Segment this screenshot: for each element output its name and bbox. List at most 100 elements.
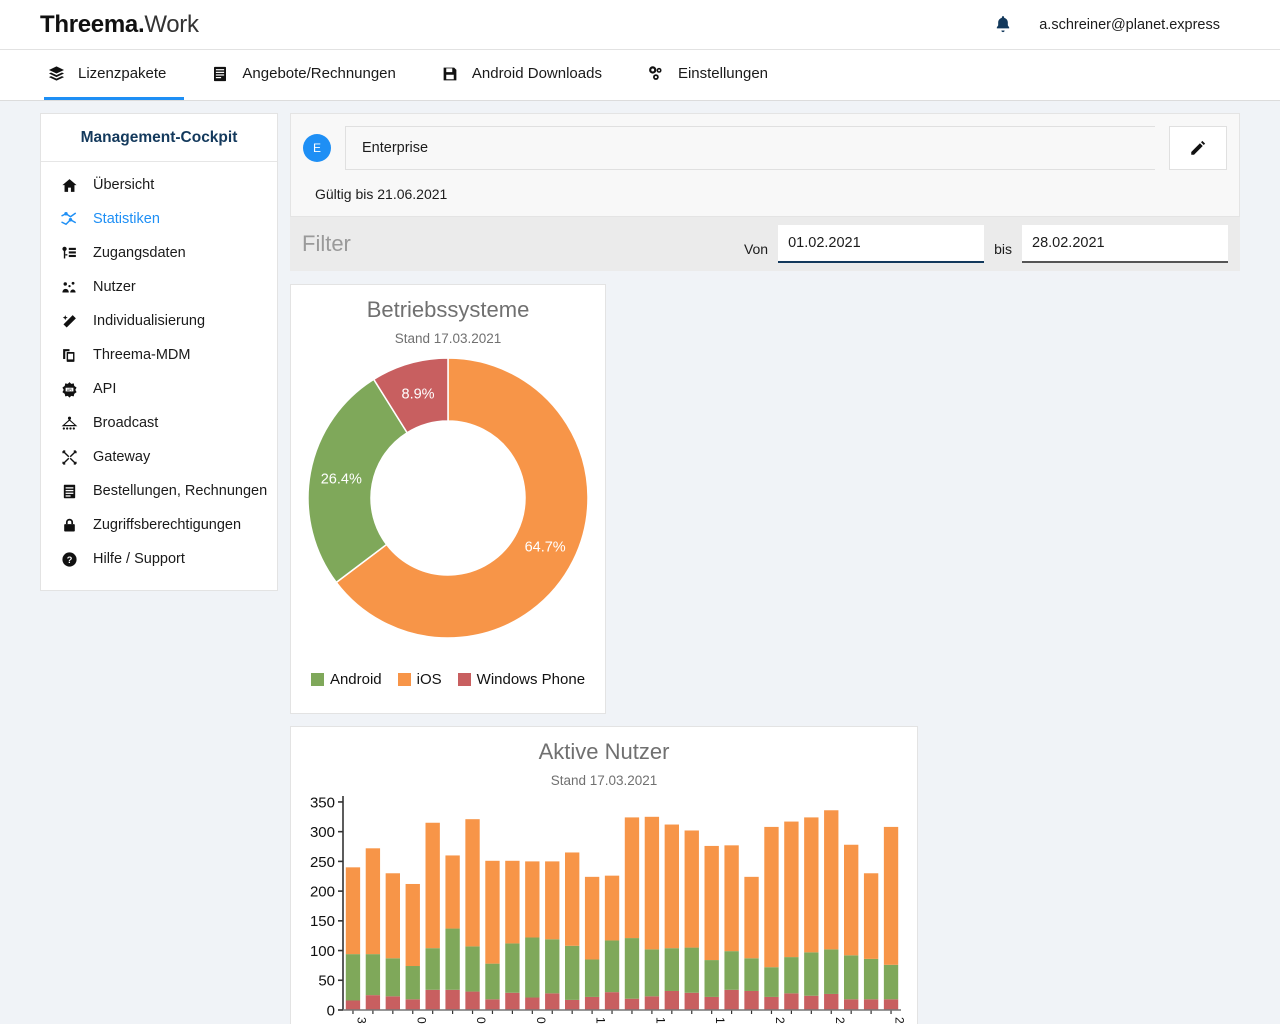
bar-segment[interactable] (844, 844, 859, 956)
bell-icon[interactable] (993, 14, 1013, 36)
bar-segment[interactable] (624, 998, 640, 1010)
bar-segment[interactable] (883, 826, 899, 965)
date-from-input[interactable] (778, 225, 985, 263)
bar-segment[interactable] (405, 883, 420, 967)
bar-segment[interactable] (883, 964, 899, 1000)
sidebar-item-nutzer[interactable]: Nutzer (41, 270, 277, 304)
bar-segment[interactable] (565, 852, 580, 946)
nav-tab-angebote-rechnungen[interactable]: Angebote/Rechnungen (208, 50, 413, 100)
bar-segment[interactable] (385, 996, 400, 1010)
legend-item-ios[interactable]: iOS (397, 671, 442, 688)
bar-segment[interactable] (624, 938, 640, 999)
nav-tab-android-downloads[interactable]: Android Downloads (438, 50, 620, 100)
bar-segment[interactable] (784, 957, 799, 994)
bar-segment[interactable] (644, 949, 660, 997)
bar-segment[interactable] (644, 816, 660, 950)
bar-segment[interactable] (425, 822, 440, 949)
bar-segment[interactable] (545, 939, 560, 994)
bar-segment[interactable] (365, 954, 381, 996)
bar-segment[interactable] (804, 995, 819, 1010)
bar-segment[interactable] (744, 876, 759, 959)
bar-segment[interactable] (405, 966, 420, 1000)
bar-segment[interactable] (425, 948, 440, 990)
sidebar-item-zugangsdaten[interactable]: Zugangsdaten (41, 236, 277, 270)
sidebar-item-individualisierung[interactable]: Individualisierung (41, 304, 277, 338)
date-to-input[interactable] (1022, 225, 1228, 263)
bar-segment[interactable] (445, 928, 460, 990)
bar-segment[interactable] (505, 992, 520, 1010)
bar-segment[interactable] (883, 999, 899, 1010)
sidebar-item-threema-mdm[interactable]: Threema-MDM (41, 338, 277, 372)
bar-segment[interactable] (724, 845, 739, 952)
bar-segment[interactable] (584, 876, 600, 960)
bar-segment[interactable] (505, 943, 520, 993)
legend-item-windows-phone[interactable]: Windows Phone (457, 671, 585, 688)
bar-segment[interactable] (445, 989, 460, 1010)
bar-segment[interactable] (704, 996, 719, 1010)
bar-segment[interactable] (804, 952, 819, 996)
bar-segment[interactable] (465, 991, 480, 1010)
bar-segment[interactable] (365, 995, 381, 1010)
bar-segment[interactable] (525, 937, 540, 998)
bar-segment[interactable] (744, 958, 759, 991)
bar-segment[interactable] (505, 860, 520, 944)
bar-segment[interactable] (863, 873, 879, 959)
sidebar-item-zugriffsberechtigungen[interactable]: Zugriffsberechtigungen (41, 508, 277, 542)
sidebar-item-statistiken[interactable]: Statistiken (41, 202, 277, 236)
bar-segment[interactable] (465, 819, 480, 947)
user-email[interactable]: a.schreiner@planet.express (1039, 17, 1220, 33)
sidebar-item-gateway[interactable]: Gateway (41, 440, 277, 474)
bar-segment[interactable] (545, 993, 560, 1010)
bar-segment[interactable] (445, 855, 460, 929)
bar-segment[interactable] (485, 963, 500, 1000)
bar-segment[interactable] (804, 817, 819, 953)
bar-segment[interactable] (345, 954, 361, 1001)
bar-segment[interactable] (764, 826, 779, 968)
bar-segment[interactable] (624, 817, 640, 939)
sidebar-item-broadcast[interactable]: Broadcast (41, 406, 277, 440)
bar-segment[interactable] (744, 990, 759, 1010)
package-name-field[interactable]: Enterprise (345, 126, 1155, 170)
bar-segment[interactable] (684, 947, 699, 993)
bar-segment[interactable] (824, 993, 839, 1010)
bar-segment[interactable] (764, 967, 779, 997)
legend-item-android[interactable]: Android (310, 671, 382, 688)
bar-segment[interactable] (385, 958, 400, 997)
bar-segment[interactable] (584, 996, 600, 1010)
sidebar-item-hilfe-support[interactable]: ? Hilfe / Support (41, 542, 277, 576)
bar-segment[interactable] (704, 960, 719, 997)
bar-segment[interactable] (345, 1000, 361, 1010)
bar-segment[interactable] (545, 861, 560, 940)
bar-segment[interactable] (525, 997, 540, 1010)
bar-segment[interactable] (664, 824, 679, 949)
bar-segment[interactable] (724, 989, 739, 1010)
bar-segment[interactable] (604, 875, 620, 941)
bar-segment[interactable] (784, 993, 799, 1010)
bar-segment[interactable] (345, 867, 361, 955)
bar-segment[interactable] (844, 999, 859, 1010)
bar-segment[interactable] (664, 990, 679, 1010)
bar-segment[interactable] (565, 999, 580, 1010)
bar-segment[interactable] (565, 945, 580, 1000)
bar-segment[interactable] (604, 940, 620, 993)
bar-segment[interactable] (664, 948, 679, 991)
bar-segment[interactable] (844, 955, 859, 1000)
bar-segment[interactable] (863, 999, 879, 1010)
bar-segment[interactable] (385, 873, 400, 959)
bar-segment[interactable] (824, 949, 839, 994)
pencil-icon[interactable] (1169, 126, 1227, 170)
sidebar-item-bestellungen-rechnungen[interactable]: Bestellungen, Rechnungen (41, 474, 277, 508)
bar-segment[interactable] (405, 999, 420, 1010)
bar-segment[interactable] (684, 992, 699, 1010)
bar-segment[interactable] (704, 845, 719, 961)
bar-segment[interactable] (485, 999, 500, 1010)
nav-tab-lizenzpakete[interactable]: Lizenzpakete (44, 50, 185, 100)
bar-segment[interactable] (863, 958, 879, 1000)
bar-segment[interactable] (724, 951, 739, 990)
bar-segment[interactable] (485, 860, 500, 964)
bar-segment[interactable] (764, 996, 779, 1010)
bar-segment[interactable] (365, 848, 381, 955)
bar-segment[interactable] (644, 996, 660, 1010)
bar-segment[interactable] (604, 992, 620, 1010)
bar-segment[interactable] (425, 989, 440, 1010)
